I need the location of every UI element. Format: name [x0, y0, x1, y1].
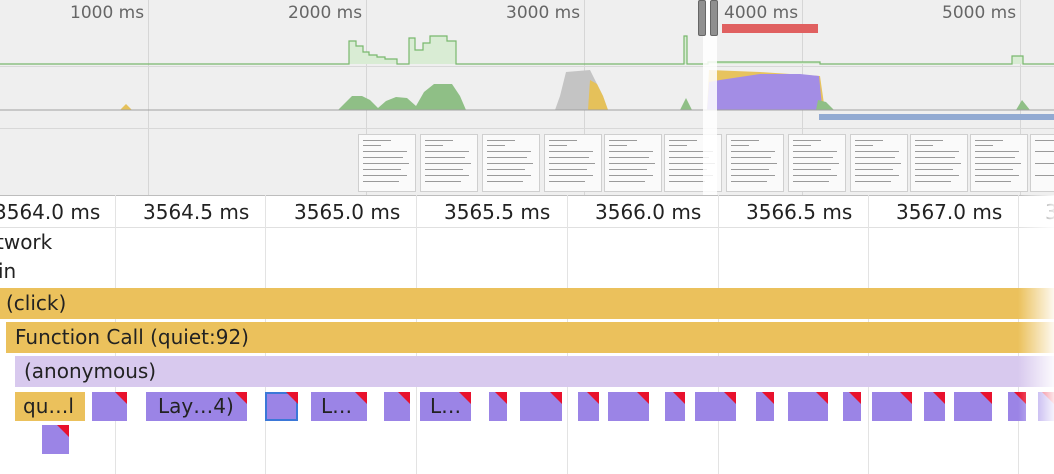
flame-layout-block[interactable]: [520, 392, 562, 421]
ruler-label: 3567.0 ms: [896, 200, 1003, 224]
flame-layout-block[interactable]: [788, 392, 828, 421]
flame-layout-block[interactable]: [665, 392, 685, 421]
fps-graph: [0, 35, 1054, 65]
flame-layout-block[interactable]: [92, 392, 127, 421]
flame-layout-block[interactable]: Lay…4): [146, 392, 247, 421]
flame-layout-block[interactable]: [1038, 392, 1054, 421]
flame-layout-block[interactable]: [954, 392, 992, 421]
filmstrip-frame[interactable]: [910, 134, 968, 192]
ruler-label: 3564.5 ms: [143, 200, 250, 224]
flame-layout-block-selected[interactable]: [265, 392, 298, 421]
ruler-label: 3565.5 ms: [444, 200, 551, 224]
flame-layout-block[interactable]: [578, 392, 599, 421]
cpu-graph-scripting: [588, 80, 608, 110]
selection-right-handle[interactable]: [710, 0, 718, 36]
flame-event-click[interactable]: (click): [0, 288, 1054, 319]
track-main-header[interactable]: in: [0, 259, 16, 283]
ruler-label: 3566.0 ms: [595, 200, 702, 224]
filmstrip-frame[interactable]: [358, 134, 416, 192]
flame-quiet-call[interactable]: qu…l: [15, 392, 85, 421]
filmstrip-frame[interactable]: [604, 134, 662, 192]
flame-layout-block[interactable]: [924, 392, 945, 421]
flame-layout-block[interactable]: [756, 392, 774, 421]
time-ruler: 3564.0 ms 3564.5 ms 3565.0 ms 3565.5 ms …: [0, 195, 1054, 228]
flame-layout-block[interactable]: [608, 392, 649, 421]
filmstrip-frame[interactable]: [544, 134, 602, 192]
ruler-label: 3566.5 ms: [746, 200, 853, 224]
cpu-graph-rendering: [707, 74, 824, 110]
flame-layout-block[interactable]: [384, 392, 410, 421]
filmstrip-frame[interactable]: [970, 134, 1028, 192]
flame-layout-block-child[interactable]: [42, 425, 69, 454]
cpu-graph-painting: [816, 100, 834, 110]
cpu-graph-painting: [338, 84, 466, 110]
filmstrip-frame[interactable]: [726, 134, 784, 192]
ruler-label: 3565.0 ms: [294, 200, 401, 224]
network-request-bar: [722, 24, 818, 33]
flame-layout-block[interactable]: L…: [420, 392, 471, 421]
cpu-graph-painting: [1016, 100, 1030, 110]
cpu-graph-scripting: [120, 104, 132, 110]
filmstrip-frame[interactable]: [482, 134, 540, 192]
flame-layout-block[interactable]: [1008, 392, 1026, 421]
filmstrip-frame[interactable]: [788, 134, 846, 192]
flame-layout-block[interactable]: L…: [311, 392, 367, 421]
ruler-label: 3564.0 ms: [0, 200, 101, 224]
ruler-label: 3: [1045, 200, 1054, 224]
network-request-bar: [819, 114, 1054, 120]
filmstrip-frame[interactable]: [850, 134, 908, 192]
flame-function-call[interactable]: Function Call (quiet:92): [6, 322, 1054, 353]
cpu-graph-painting: [680, 98, 692, 110]
flame-layout-block[interactable]: [489, 392, 507, 421]
track-network-header[interactable]: twork: [0, 230, 52, 254]
flame-layout-block[interactable]: [843, 392, 861, 421]
timeline-overview[interactable]: 1000 ms 2000 ms 3000 ms 4000 ms 5000 ms: [0, 0, 1054, 195]
filmstrip-frame[interactable]: [1030, 134, 1054, 192]
flame-layout-block[interactable]: [695, 392, 736, 421]
filmstrip-frame[interactable]: [420, 134, 478, 192]
selection-left-handle[interactable]: [698, 0, 706, 36]
flame-layout-block[interactable]: [872, 392, 912, 421]
flame-anonymous[interactable]: (anonymous): [15, 356, 1054, 387]
